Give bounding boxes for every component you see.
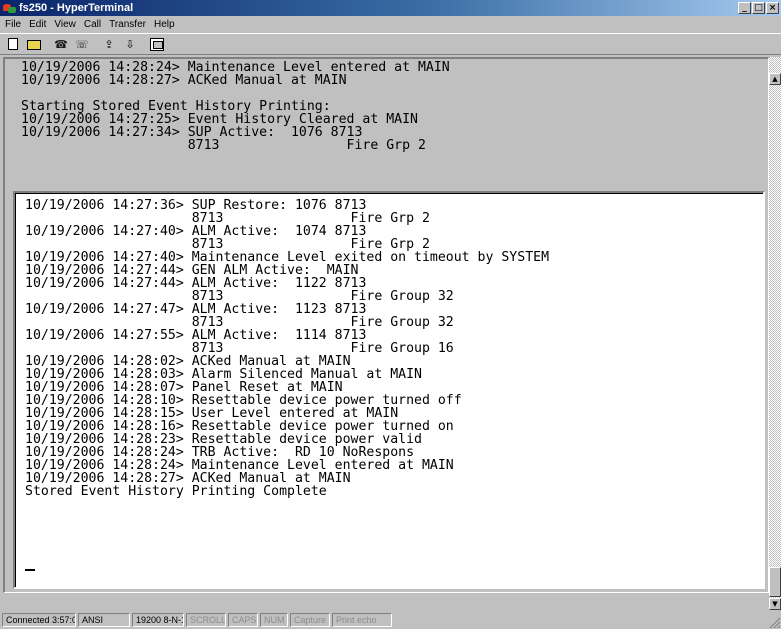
- terminal-area[interactable]: 10/19/2006 14:28:24> Maintenance Level e…: [3, 57, 769, 593]
- status-port-settings: 19200 8-N-1: [132, 613, 184, 627]
- menu-edit[interactable]: Edit: [25, 19, 50, 30]
- vertical-scrollbar[interactable]: ▲ ▼: [769, 57, 781, 610]
- connect-button[interactable]: ☎: [51, 35, 71, 53]
- open-icon: [27, 40, 41, 50]
- status-num: NUM: [260, 613, 288, 627]
- properties-button[interactable]: [147, 35, 167, 53]
- resize-grip[interactable]: [768, 616, 780, 628]
- menu-help[interactable]: Help: [150, 19, 179, 30]
- terminal-line: 8713 Fire Grp 2: [21, 138, 426, 153]
- disconnect-phone-icon: ☏: [75, 37, 89, 51]
- new-connection-button[interactable]: [3, 35, 23, 53]
- close-button[interactable]: ×: [766, 2, 779, 14]
- title-bar: fs250 - HyperTerminal _ □ ×: [0, 0, 781, 16]
- connect-phone-icon: ☎: [54, 37, 68, 51]
- receive-icon: ⇩: [125, 37, 135, 51]
- send-icon: ⇪: [104, 37, 114, 51]
- disconnect-button[interactable]: ☏: [72, 35, 92, 53]
- open-button[interactable]: [24, 35, 44, 53]
- toolbar: ☎ ☏ ⇪ ⇩: [0, 33, 781, 55]
- maximize-button[interactable]: □: [752, 2, 765, 14]
- status-scroll: SCROLL: [186, 613, 226, 627]
- terminal-output: 10/19/2006 14:27:36> SUP Restore: 1076 8…: [25, 199, 549, 498]
- menu-call[interactable]: Call: [80, 19, 105, 30]
- new-connection-icon: [8, 38, 18, 50]
- status-connected: Connected 3:57:09: [2, 613, 76, 627]
- window-controls: _ □ ×: [737, 2, 779, 14]
- scroll-thumb[interactable]: [769, 567, 781, 597]
- status-emulation: ANSI: [78, 613, 130, 627]
- terminal-screen[interactable]: 10/19/2006 14:27:36> SUP Restore: 1076 8…: [13, 191, 765, 589]
- minimize-button[interactable]: _: [738, 2, 751, 14]
- terminal-history: 10/19/2006 14:28:24> Maintenance Level e…: [21, 61, 450, 152]
- menu-bar: File Edit View Call Transfer Help: [0, 16, 781, 32]
- scroll-up-button[interactable]: ▲: [769, 73, 781, 85]
- window-title: fs250 - HyperTerminal: [19, 2, 134, 14]
- scroll-down-button[interactable]: ▼: [769, 598, 781, 610]
- hyperterminal-icon: [3, 2, 16, 14]
- menu-transfer[interactable]: Transfer: [105, 19, 150, 30]
- status-caps: CAPS: [228, 613, 258, 627]
- receive-button[interactable]: ⇩: [120, 35, 140, 53]
- properties-icon: [150, 37, 164, 51]
- terminal-line: 10/19/2006 14:28:27> ACKed Manual at MAI…: [21, 73, 347, 88]
- menu-file[interactable]: File: [0, 19, 25, 30]
- status-bar: Connected 3:57:09 ANSI 19200 8-N-1 SCROL…: [0, 611, 781, 629]
- menu-view[interactable]: View: [50, 19, 80, 30]
- text-cursor: [25, 569, 35, 571]
- status-print-echo: Print echo: [332, 613, 392, 627]
- terminal-line: Stored Event History Printing Complete: [25, 484, 327, 499]
- send-button[interactable]: ⇪: [99, 35, 119, 53]
- status-capture: Capture: [290, 613, 330, 627]
